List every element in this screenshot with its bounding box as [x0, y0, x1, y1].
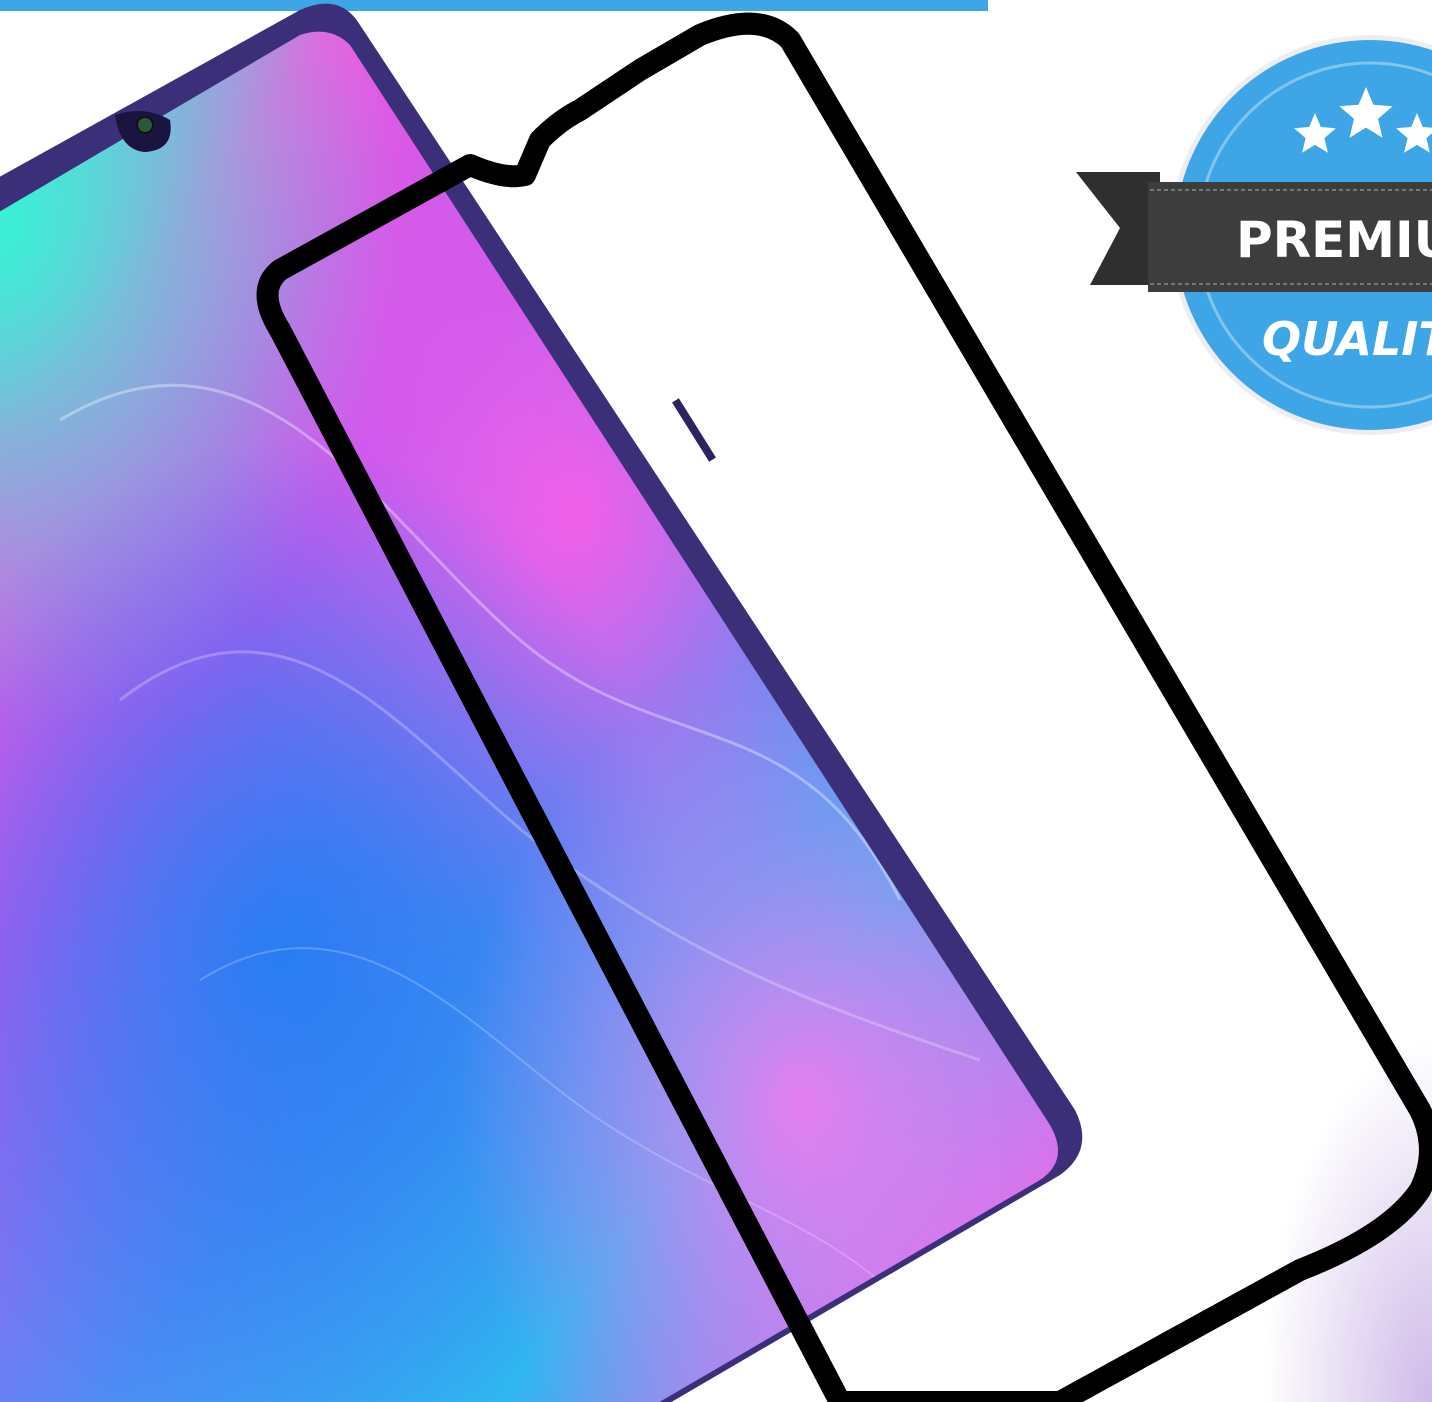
product-photo: PREMIU QUALIT [0, 0, 1432, 1402]
phone-scene [0, 3, 1432, 1402]
camera-icon [136, 116, 154, 134]
